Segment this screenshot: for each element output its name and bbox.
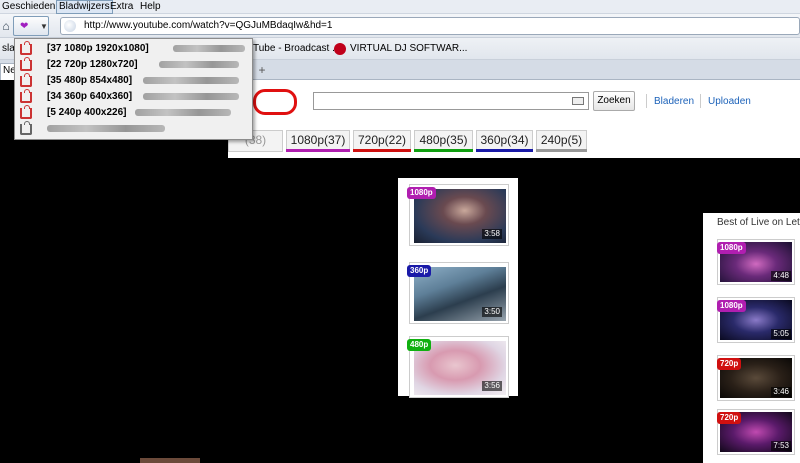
file-icon xyxy=(20,121,32,135)
bookmark-youtube-broadcast[interactable]: Tube - Broadcast ... xyxy=(253,43,340,55)
quality-color-bar xyxy=(536,149,587,152)
home-icon[interactable]: ⌂ xyxy=(0,18,12,34)
menu-help[interactable]: Help xyxy=(138,1,163,13)
site-icon xyxy=(64,20,76,32)
quality-tab-240p[interactable]: 240p(5) xyxy=(536,130,587,152)
menu-bar: Geschiedenis Bladwijzers Extra Help xyxy=(0,0,800,14)
download-icon xyxy=(20,57,32,71)
redacted-title xyxy=(159,61,239,68)
video-duration: 3:46 xyxy=(771,387,791,397)
menu-item-720p[interactable]: [22 720p 1280x720] xyxy=(15,57,252,73)
bookmark-virtual-dj[interactable]: VIRTUAL DJ SOFTWAR... xyxy=(350,43,467,55)
video-thumbnail[interactable]: 1080p 3:58 xyxy=(407,184,509,246)
quality-tab-label: 480p(35) xyxy=(419,133,468,147)
quality-badge: 1080p xyxy=(407,187,436,199)
video-duration: 3:56 xyxy=(482,381,502,391)
quality-color-bar xyxy=(286,149,350,152)
partial-thumbnail xyxy=(140,458,200,463)
download-icon xyxy=(20,105,32,119)
url-text: http://www.youtube.com/watch?v=QGJuMBdaq… xyxy=(84,20,333,31)
video-thumbnail[interactable]: 360p 3:50 xyxy=(407,262,509,324)
menu-item-label: [34 360p 640x360] xyxy=(47,91,133,102)
divider xyxy=(700,94,701,108)
menu-item-480p[interactable]: [35 480p 854x480] xyxy=(15,73,252,89)
menu-item-360p[interactable]: [34 360p 640x360] xyxy=(15,89,252,105)
quality-badge: 720p xyxy=(717,358,742,370)
bookmark-left[interactable]: sla xyxy=(2,43,15,55)
quality-tab-label: 720p(22) xyxy=(357,133,407,147)
video-duration: 7:53 xyxy=(771,441,791,451)
bookmark-favicon-icon xyxy=(334,43,346,55)
youtube-header: Zoeken Bladeren Uploaden (38) 1080p(37) … xyxy=(228,80,800,158)
menu-item-label: [35 480p 854x480] xyxy=(47,75,133,86)
quality-tab-480p[interactable]: 480p(35) xyxy=(414,130,473,152)
download-icon xyxy=(20,41,32,55)
quality-badge: 1080p xyxy=(717,242,746,254)
extension-logo-icon: ❤ xyxy=(20,21,29,32)
menu-item-label: [22 720p 1280x720] xyxy=(47,59,138,70)
download-icon xyxy=(20,89,32,103)
video-duration: 3:50 xyxy=(482,307,502,317)
quality-tab-720p[interactable]: 720p(22) xyxy=(353,130,411,152)
redacted-title xyxy=(143,93,239,100)
menu-item-label: [37 1080p 1920x1080] xyxy=(47,43,149,54)
menu-history[interactable]: Geschiedenis xyxy=(0,1,65,13)
quality-tab-360p[interactable]: 360p(34) xyxy=(476,130,533,152)
youtube-logo[interactable] xyxy=(253,89,297,115)
redacted-title xyxy=(143,77,239,84)
quality-tab-label: 360p(34) xyxy=(480,133,529,147)
quality-color-bar xyxy=(414,149,473,152)
menu-item-other[interactable] xyxy=(15,121,252,137)
divider xyxy=(646,94,647,108)
menu-item-label: [5 240p 400x226] xyxy=(47,107,127,118)
upload-link[interactable]: Uploaden xyxy=(708,96,751,108)
chevron-down-icon: ▼ xyxy=(40,22,48,31)
search-button[interactable]: Zoeken xyxy=(593,91,635,111)
keyboard-icon[interactable] xyxy=(572,97,584,105)
video-duration: 5:05 xyxy=(771,329,791,339)
redacted-title xyxy=(173,45,245,52)
sidebar-title: Best of Live on Lett xyxy=(717,217,800,228)
download-quality-menu: [37 1080p 1920x1080] [22 720p 1280x720] … xyxy=(14,38,253,140)
related-videos-center: 1080p 3:58 360p 3:50 480p 3:56 xyxy=(398,178,518,398)
quality-tabs: (38) 1080p(37) 720p(22) 480p(35) 360p(34… xyxy=(228,128,800,152)
quality-color-bar xyxy=(476,149,533,152)
quality-badge: 720p xyxy=(717,412,742,424)
new-tab-icon[interactable]: + xyxy=(255,63,269,77)
extension-button[interactable]: ❤ ▼ xyxy=(13,16,49,36)
video-duration: 4:48 xyxy=(771,271,791,281)
download-icon xyxy=(20,73,32,87)
video-duration: 3:58 xyxy=(482,229,502,239)
video-thumbnail[interactable]: 480p 3:56 xyxy=(407,336,509,398)
menu-item-1080p[interactable]: [37 1080p 1920x1080] xyxy=(15,41,252,57)
quality-badge: 360p xyxy=(407,265,432,277)
address-bar[interactable]: http://www.youtube.com/watch?v=QGJuMBdaq… xyxy=(60,17,800,35)
search-input[interactable] xyxy=(313,92,589,110)
sidebar-video-thumbnail[interactable]: 720p 7:53 xyxy=(717,409,795,455)
quality-badge: 1080p xyxy=(717,300,746,312)
sidebar-video-thumbnail[interactable]: 1080p 4:48 xyxy=(717,239,795,285)
menu-item-240p[interactable]: [5 240p 400x226] xyxy=(15,105,252,121)
redacted-title xyxy=(135,109,231,116)
quality-color-bar xyxy=(353,149,411,152)
menu-bookmarks[interactable]: Bladwijzers xyxy=(56,0,113,14)
quality-tab-label: 1080p(37) xyxy=(290,133,346,147)
sidebar-video-thumbnail[interactable]: 720p 3:46 xyxy=(717,355,795,401)
quality-badge: 480p xyxy=(407,339,432,351)
browse-link[interactable]: Bladeren xyxy=(654,96,694,108)
quality-tab-1080p[interactable]: 1080p(37) xyxy=(286,130,350,152)
quality-tab-label: 240p(5) xyxy=(540,133,583,147)
sidebar-video-thumbnail[interactable]: 1080p 5:05 xyxy=(717,297,795,343)
right-sidebar: Best of Live on Lett 1080p 4:48 1080p 5:… xyxy=(703,213,800,463)
redacted-title xyxy=(47,125,165,132)
menu-extra[interactable]: Extra xyxy=(108,1,135,13)
